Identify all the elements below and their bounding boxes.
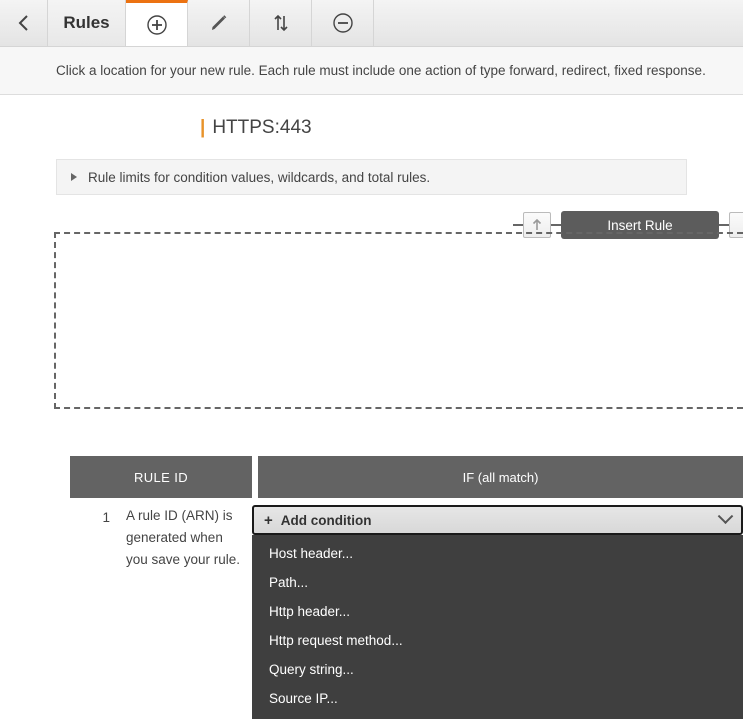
page-title: Rules [48,0,126,46]
pencil-icon [211,15,226,30]
rules-toolbar: Rules [0,0,743,47]
column-header-rule-id: RULE ID [70,456,252,498]
delete-rule-tab[interactable] [312,0,374,46]
back-button[interactable] [0,0,48,46]
dropdown-item-http-header[interactable]: Http header... [252,597,743,626]
add-condition-label: Add condition [280,512,372,528]
dropdown-item-query-string[interactable]: Query string... [252,655,743,684]
minus-circle-icon [332,13,353,33]
dash-connector-left [513,223,523,227]
listener-separator: | [200,117,206,138]
back-chevron-icon [18,15,28,31]
plus-circle-icon [146,14,167,35]
add-rule-tab[interactable] [126,0,188,46]
caret-right-icon [71,173,77,181]
instruction-bar: Click a location for your new rule. Each… [0,47,743,95]
toolbar-spacer [374,0,743,46]
arrow-up-icon [532,218,542,230]
column-header-if: IF (all match) [258,456,743,498]
dash-connector-mid [551,223,561,227]
instruction-text: Click a location for your new rule. Each… [56,63,706,78]
dropdown-item-host-header[interactable]: Host header... [252,539,743,568]
dash-connector-right [719,223,729,227]
dropdown-item-path[interactable]: Path... [252,568,743,597]
rule-limits-label: Rule limits for condition values, wildca… [88,169,431,185]
dropdown-item-source-ip[interactable]: Source IP... [252,684,743,713]
reorder-rules-tab[interactable] [250,0,312,46]
listener-label: HTTPS:443 [212,117,312,138]
dropdown-item-http-request-method[interactable]: Http request method... [252,626,743,655]
rule-limits-expander[interactable]: Rule limits for condition values, wildca… [56,159,687,195]
rule-card-outline [54,232,743,409]
rules-table-header: RULE ID IF (all match) [70,456,743,498]
add-condition-dropdown: Host header... Path... Http header... Ht… [252,535,743,719]
rule-number: 1 [102,510,110,525]
add-condition-button[interactable]: + Add condition [252,505,743,535]
rule-area: Insert Rule RULE ID IF (all match) 1 A r… [0,209,743,719]
table-row: 1 A rule ID (ARN) is generated when you … [70,505,743,719]
plus-icon: + [264,511,273,529]
listener-title: | HTTPS:443 [200,117,743,139]
rule-id-description: A rule ID (ARN) is generated when you sa… [126,508,241,567]
chevron-down-icon [717,507,734,524]
edit-rules-tab[interactable] [188,0,250,46]
sort-updown-icon [273,14,288,32]
condition-column: + Add condition Host header... Path... H… [252,505,743,719]
